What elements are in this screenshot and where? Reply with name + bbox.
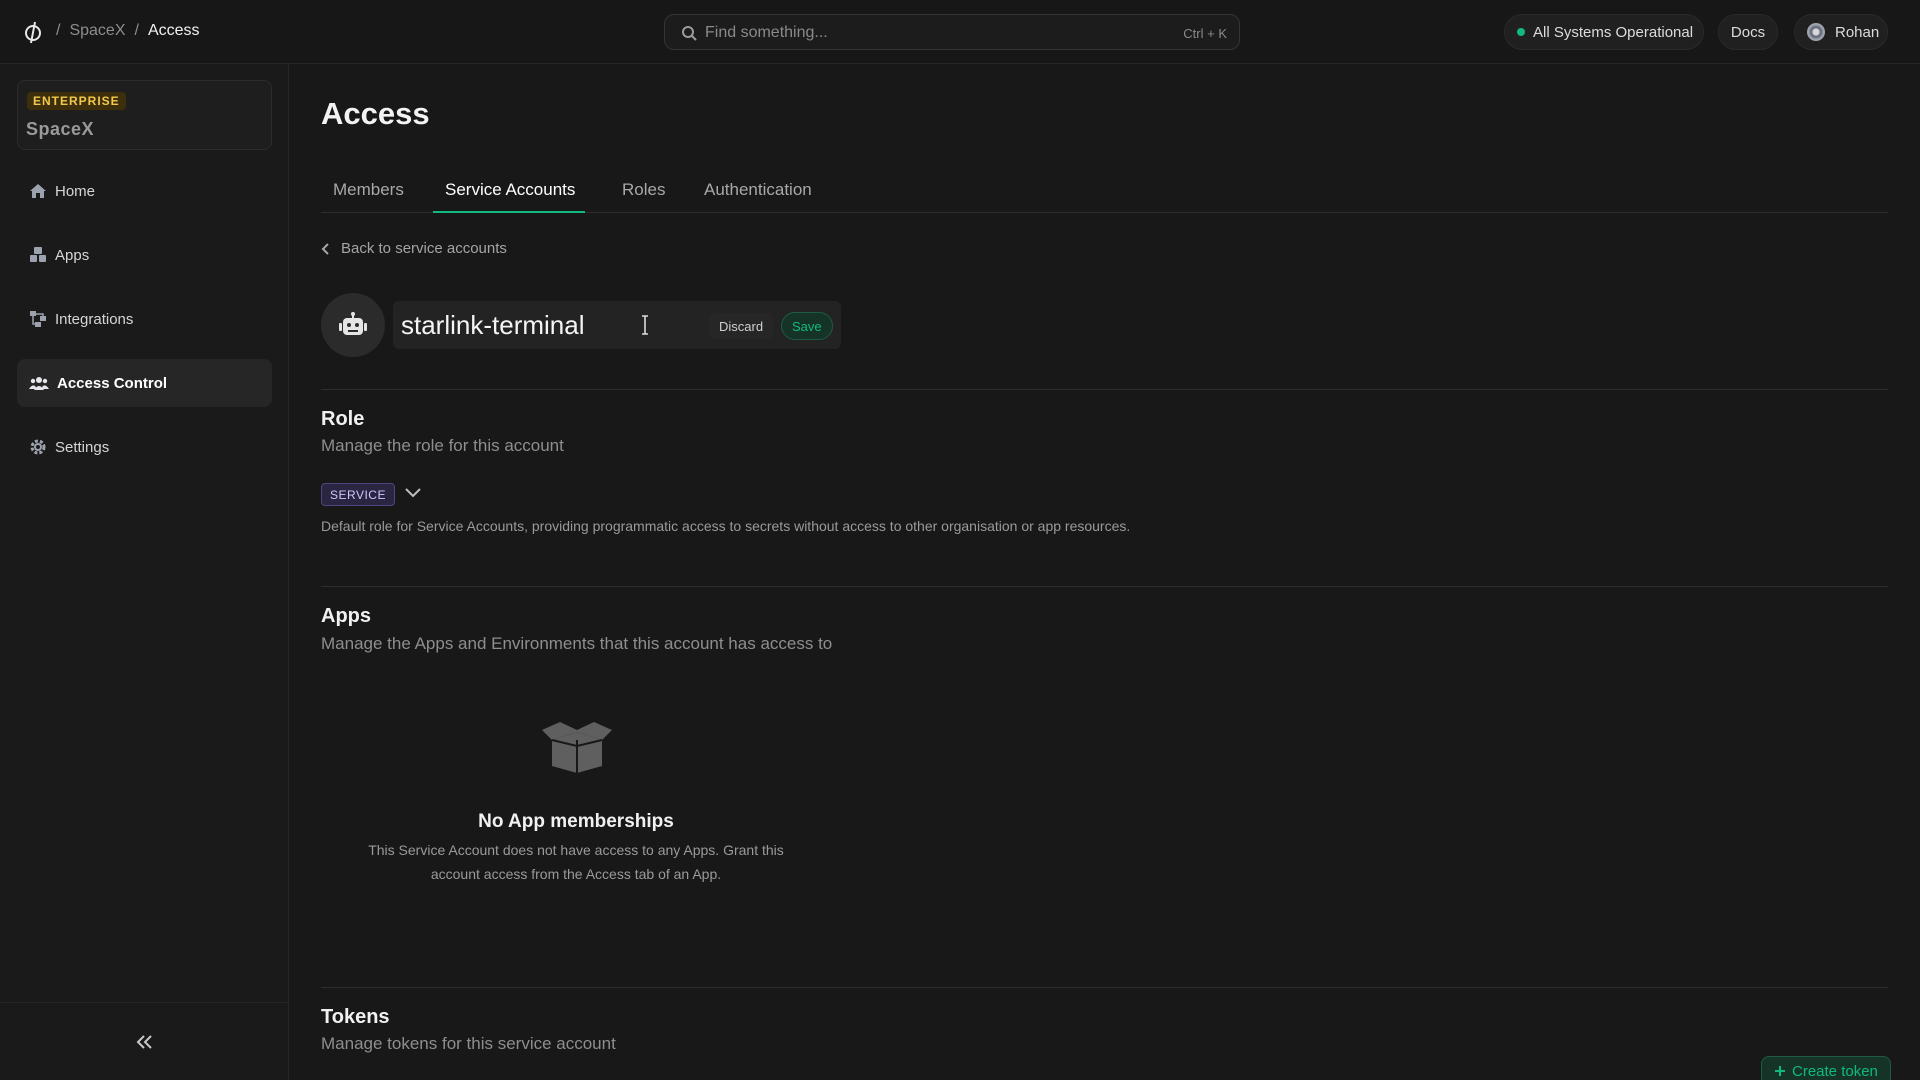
robot-icon <box>339 312 367 335</box>
chevron-left-icon <box>321 242 329 255</box>
apps-section-title: Apps <box>321 605 371 627</box>
account-name-input[interactable] <box>401 309 701 341</box>
tab-authentication[interactable]: Authentication <box>704 180 812 200</box>
search-shortcut: Ctrl + K <box>1183 26 1227 41</box>
tab-bar: Members Service Accounts Roles Authentic… <box>321 172 1888 213</box>
breadcrumb-separator: / <box>56 22 61 39</box>
system-status-button[interactable]: All Systems Operational <box>1504 14 1704 50</box>
users-icon <box>29 377 49 390</box>
role-description: Default role for Service Accounts, provi… <box>321 518 1131 534</box>
empty-state-title: No App memberships <box>478 811 674 832</box>
sidebar-item-label: Apps <box>55 246 90 264</box>
org-name: SpaceX <box>26 119 95 139</box>
account-name-editor: Discard Save <box>393 301 841 349</box>
back-link[interactable]: Back to service accounts <box>321 240 507 257</box>
save-button[interactable]: Save <box>781 312 833 340</box>
status-label: All Systems Operational <box>1533 23 1694 41</box>
discard-button[interactable]: Discard <box>709 313 774 339</box>
avatar <box>1807 23 1825 41</box>
sidebar-item-apps[interactable]: Apps <box>17 231 272 279</box>
text-cursor-icon <box>642 315 648 335</box>
empty-state-description: This Service Account does not have acces… <box>368 842 784 882</box>
docs-button[interactable]: Docs <box>1718 14 1778 50</box>
sidebar-item-integrations[interactable]: Integrations <box>17 295 272 343</box>
user-menu-button[interactable]: Rohan <box>1794 14 1888 50</box>
open-box-icon <box>542 722 612 773</box>
role-section-title: Role <box>321 408 365 430</box>
user-name: Rohan <box>1835 23 1880 41</box>
service-account-avatar <box>321 293 385 357</box>
tab-service-accounts[interactable]: Service Accounts <box>445 180 575 200</box>
sidebar-item-home[interactable]: Home <box>17 167 272 215</box>
status-dot-icon <box>1517 28 1525 36</box>
save-label: Save <box>792 318 822 334</box>
home-icon <box>30 184 46 198</box>
create-token-button[interactable]: Create token <box>1761 1056 1891 1080</box>
sidebar-item-label: Integrations <box>55 310 134 328</box>
docs-label: Docs <box>1730 23 1766 41</box>
tab-members[interactable]: Members <box>333 180 404 200</box>
gear-icon <box>30 439 46 455</box>
breadcrumb-org[interactable]: SpaceX <box>69 22 125 40</box>
phase-logo-icon[interactable] <box>22 20 44 44</box>
breadcrumb: / SpaceX / Access <box>56 22 200 40</box>
page-title: Access <box>321 96 430 131</box>
discard-label: Discard <box>719 318 764 334</box>
plus-icon <box>1775 1066 1785 1076</box>
plan-badge: ENTERPRISE <box>27 92 126 110</box>
integrations-icon <box>30 311 46 327</box>
tokens-section-subtitle: Manage tokens for this service account <box>321 1034 616 1053</box>
tab-roles[interactable]: Roles <box>622 180 665 200</box>
search-icon <box>682 26 697 41</box>
apps-section-subtitle: Manage the Apps and Environments that th… <box>321 634 833 653</box>
top-bar: / SpaceX / Access Find something... Ctrl… <box>0 0 1920 64</box>
chevrons-left-icon <box>136 1034 152 1049</box>
sidebar-collapse-button[interactable] <box>0 1002 289 1080</box>
sidebar-item-settings[interactable]: Settings <box>17 423 272 471</box>
search-placeholder: Find something... <box>705 24 828 41</box>
back-link-label: Back to service accounts <box>341 240 507 257</box>
search-input[interactable]: Find something... Ctrl + K <box>664 14 1240 50</box>
section-divider <box>321 586 1888 587</box>
active-tab-indicator <box>433 211 585 213</box>
breadcrumb-current: Access <box>147 22 200 39</box>
org-switcher[interactable]: ENTERPRISE SpaceX <box>17 80 272 150</box>
chevron-down-icon[interactable] <box>404 486 422 500</box>
create-token-label: Create token <box>1792 1062 1878 1080</box>
sidebar-item-access-control[interactable]: Access Control <box>17 359 272 407</box>
section-divider <box>321 987 1888 988</box>
tokens-section-title: Tokens <box>321 1006 390 1028</box>
breadcrumb-separator: / <box>134 22 139 39</box>
cubes-icon <box>30 247 46 262</box>
sidebar: ENTERPRISE SpaceX Home Apps Integrations… <box>0 64 289 1080</box>
sidebar-item-label: Home <box>55 182 96 200</box>
role-badge[interactable]: SERVICE <box>321 483 395 506</box>
section-divider <box>321 389 1888 390</box>
role-section-subtitle: Manage the role for this account <box>321 436 564 455</box>
sidebar-item-label: Access Control <box>57 374 168 392</box>
sidebar-item-label: Settings <box>55 438 110 456</box>
